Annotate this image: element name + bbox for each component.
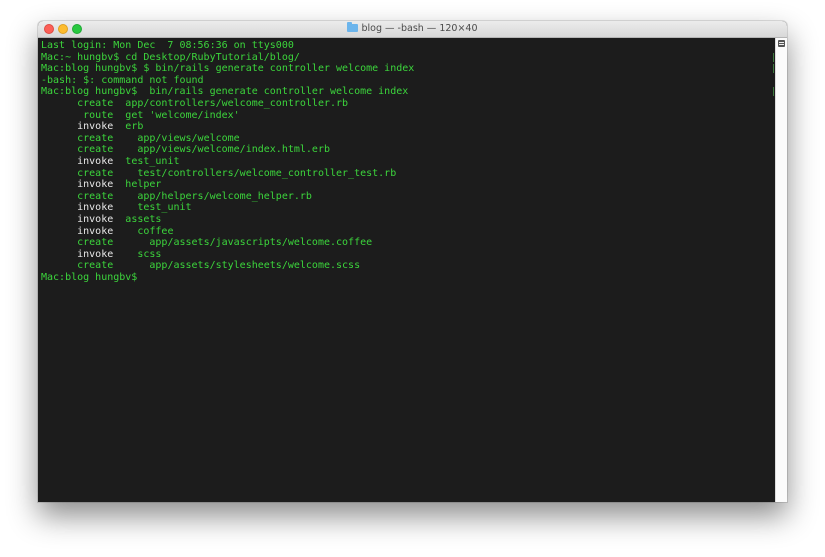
terminal-text-segment: Mac:blog hungbv$ bin/rails generate cont… (41, 86, 409, 98)
scrollbar[interactable] (775, 38, 787, 502)
terminal-text-segment: coffee (125, 225, 174, 237)
terminal-text-segment: route (41, 109, 126, 121)
window-title: blog — -bash — 120×40 (38, 21, 787, 37)
terminal-text-segment: app/assets/stylesheets/welcome.scss (125, 260, 361, 272)
terminal-line: create app/views/welcome (41, 133, 776, 145)
terminal-line: Mac:~ hungbv$ cd Desktop/RubyTutorial/bl… (41, 52, 776, 64)
terminal-text-segment: Mac:blog hungbv$ $ bin/rails generate co… (41, 63, 415, 75)
terminal-output[interactable]: Last login: Mon Dec 7 08:56:36 on ttys00… (38, 38, 776, 502)
terminal-text-segment: helper (125, 179, 162, 191)
terminal-line: create test/controllers/welcome_controll… (41, 168, 776, 180)
terminal-line: route get 'welcome/index' (41, 110, 776, 122)
command-mark (773, 64, 774, 74)
terminal-line: invoke test_unit (41, 202, 776, 214)
terminal-text-segment: create (41, 97, 126, 109)
terminal-text-segment: assets (125, 213, 162, 225)
terminal-text-segment: create (41, 167, 126, 179)
terminal-text-segment: get 'welcome/index' (125, 109, 240, 121)
terminal-text-segment: app/helpers/welcome_helper.rb (125, 190, 312, 202)
folder-icon (347, 22, 359, 32)
terminal-text-segment: test_unit (125, 155, 180, 167)
terminal-line: invoke coffee (41, 226, 776, 238)
terminal-text-segment: test_unit (125, 202, 192, 214)
terminal-text-segment: app/controllers/welcome_controller.rb (125, 97, 349, 109)
terminal-text-segment: Last login: Mon Dec 7 08:56:36 on ttys00… (41, 40, 294, 51)
terminal-line: invoke scss (41, 249, 776, 261)
terminal-text-segment: invoke (41, 202, 126, 214)
terminal-text-segment: invoke (41, 155, 126, 167)
terminal-text-segment: scss (125, 248, 162, 260)
terminal-line: invoke erb (41, 121, 776, 133)
terminal-line: invoke test_unit (41, 156, 776, 168)
terminal-text-segment: create (41, 260, 126, 272)
terminal-text-segment: app/views/welcome (125, 132, 240, 144)
terminal-text-segment: erb (125, 121, 144, 133)
terminal-text-segment: invoke (41, 213, 126, 225)
command-mark (773, 87, 774, 97)
command-mark (773, 52, 774, 62)
terminal-text-segment: invoke (41, 248, 126, 260)
terminal-text-segment: create (41, 190, 126, 202)
terminal-line: Mac:blog hungbv$ bin/rails generate cont… (41, 86, 776, 98)
terminal-line: Mac:blog hungbv$ (41, 272, 776, 284)
terminal-text-segment: test/controllers/welcome_controller_test… (125, 167, 397, 179)
terminal-line: Last login: Mon Dec 7 08:56:36 on ttys00… (41, 40, 776, 52)
terminal-text-segment: create (41, 144, 126, 156)
terminal-line: invoke helper (41, 179, 776, 191)
terminal-line: invoke assets (41, 214, 776, 226)
terminal-line: Mac:blog hungbv$ $ bin/rails generate co… (41, 63, 776, 75)
terminal-text-segment: Mac:~ hungbv$ cd Desktop/RubyTutorial/bl… (41, 51, 300, 63)
terminal-line: create app/assets/javascripts/welcome.co… (41, 237, 776, 249)
terminal-text-segment: invoke (41, 179, 126, 191)
title-bar[interactable]: blog — -bash — 120×40 (38, 21, 787, 38)
terminal-text-segment: -bash: $: command not found (41, 74, 204, 86)
terminal-text-segment: Mac:blog hungbv$ (41, 271, 144, 283)
terminal-text-segment: create (41, 237, 126, 249)
terminal-text-segment: invoke (41, 225, 126, 237)
terminal-line: -bash: $: command not found (41, 75, 776, 87)
terminal-window: blog — -bash — 120×40 Last login: Mon De… (38, 21, 787, 502)
terminal-line: create app/controllers/welcome_controlle… (41, 98, 776, 110)
terminal-line: create app/helpers/welcome_helper.rb (41, 191, 776, 203)
terminal-text-segment: invoke (41, 121, 126, 133)
scrollbar-menu-icon[interactable] (778, 40, 785, 47)
terminal-text-segment: app/views/welcome/index.html.erb (125, 144, 330, 156)
terminal-text-segment: app/assets/javascripts/welcome.coffee (125, 237, 373, 249)
terminal-line: create app/assets/stylesheets/welcome.sc… (41, 260, 776, 272)
terminal-line: create app/views/welcome/index.html.erb (41, 144, 776, 156)
window-title-text: blog — -bash — 120×40 (361, 23, 478, 34)
terminal-text-segment: create (41, 132, 126, 144)
